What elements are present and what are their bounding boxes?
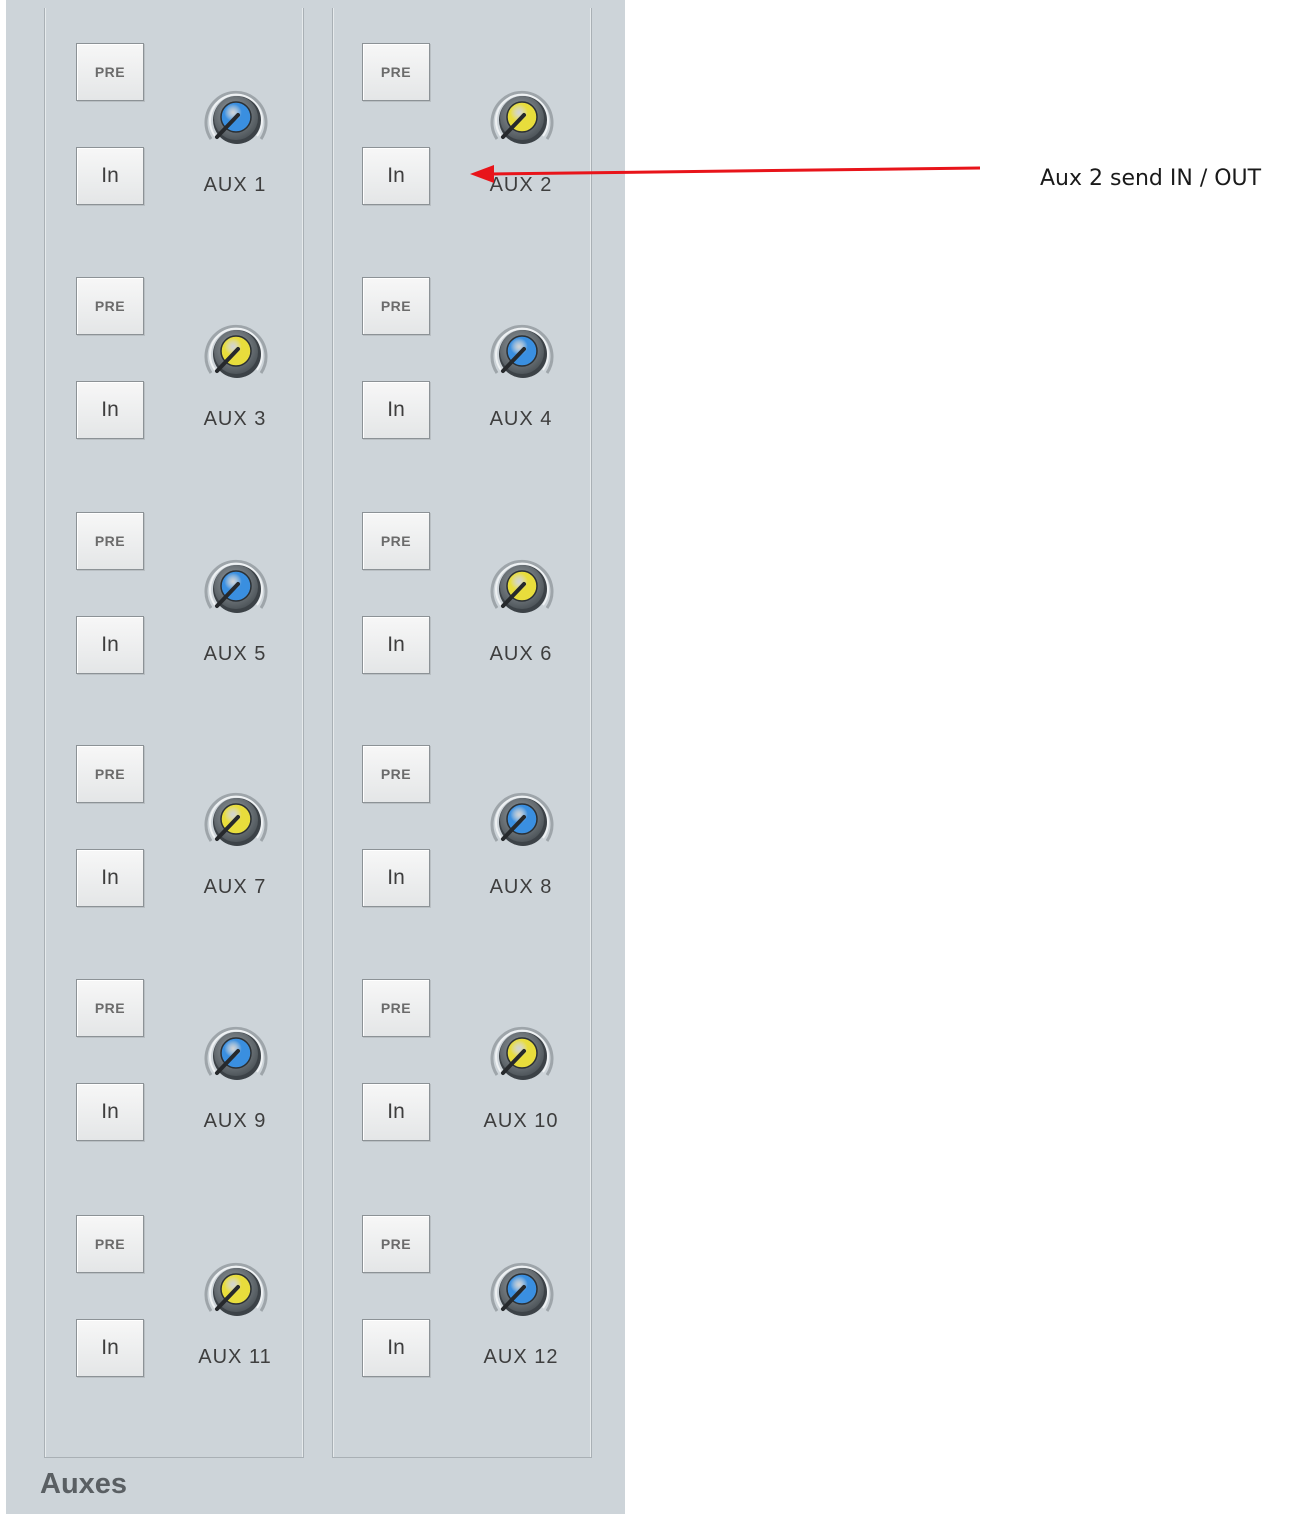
aux-3-send-knob[interactable] [194,311,278,395]
aux-4-pre-button[interactable]: PRE [362,277,430,335]
aux-1-in-button[interactable]: In [76,147,144,205]
aux-10-in-button[interactable]: In [362,1083,430,1141]
aux-6-send-knob[interactable] [480,546,564,630]
aux-10-pre-button[interactable]: PRE [362,979,430,1037]
aux-2-label: AUX 2 [489,174,553,196]
aux-11-in-button[interactable]: In [76,1319,144,1377]
aux-4-label: AUX 4 [489,408,553,430]
aux-7-send-knob[interactable] [194,779,278,863]
aux-11-send-knob[interactable] [194,1249,278,1333]
aux-12-pre-button[interactable]: PRE [362,1215,430,1273]
aux-11-label: AUX 11 [198,1346,272,1368]
aux-1-pre-button[interactable]: PRE [76,43,144,101]
aux-12-label: AUX 12 [483,1346,559,1368]
aux-11-pre-button[interactable]: PRE [76,1215,144,1273]
aux-3-in-button[interactable]: In [76,381,144,439]
aux-7-pre-button[interactable]: PRE [76,745,144,803]
aux-6-in-button[interactable]: In [362,616,430,674]
aux-10-send-knob[interactable] [480,1013,564,1097]
aux-5-in-button[interactable]: In [76,616,144,674]
aux-2-in-button[interactable]: In [362,147,430,205]
aux-6-pre-button[interactable]: PRE [362,512,430,570]
aux-2-send-knob[interactable] [480,77,564,161]
annotation-text: Aux 2 send IN / OUT [1040,166,1262,191]
aux-8-label: AUX 8 [489,876,553,898]
panel-title: Auxes [40,1468,128,1500]
aux-9-send-knob[interactable] [194,1013,278,1097]
aux-12-send-knob[interactable] [480,1249,564,1333]
aux-9-in-button[interactable]: In [76,1083,144,1141]
aux-9-label: AUX 9 [203,1110,267,1132]
aux-5-label: AUX 5 [203,643,267,665]
aux-7-label: AUX 7 [203,876,267,898]
aux-4-send-knob[interactable] [480,311,564,395]
aux-2-pre-button[interactable]: PRE [362,43,430,101]
aux-8-send-knob[interactable] [480,779,564,863]
aux-10-label: AUX 10 [483,1110,559,1132]
aux-12-in-button[interactable]: In [362,1319,430,1377]
auxes-panel: PRE In AUX 1 PRE In AUX 2 PRE In AUX 3 P… [6,0,625,1514]
aux-7-in-button[interactable]: In [76,849,144,907]
aux-6-label: AUX 6 [489,643,553,665]
aux-8-pre-button[interactable]: PRE [362,745,430,803]
aux-3-pre-button[interactable]: PRE [76,277,144,335]
aux-1-send-knob[interactable] [194,77,278,161]
aux-5-send-knob[interactable] [194,546,278,630]
aux-5-pre-button[interactable]: PRE [76,512,144,570]
aux-1-label: AUX 1 [203,174,267,196]
aux-9-pre-button[interactable]: PRE [76,979,144,1037]
aux-3-label: AUX 3 [203,408,267,430]
aux-8-in-button[interactable]: In [362,849,430,907]
aux-4-in-button[interactable]: In [362,381,430,439]
